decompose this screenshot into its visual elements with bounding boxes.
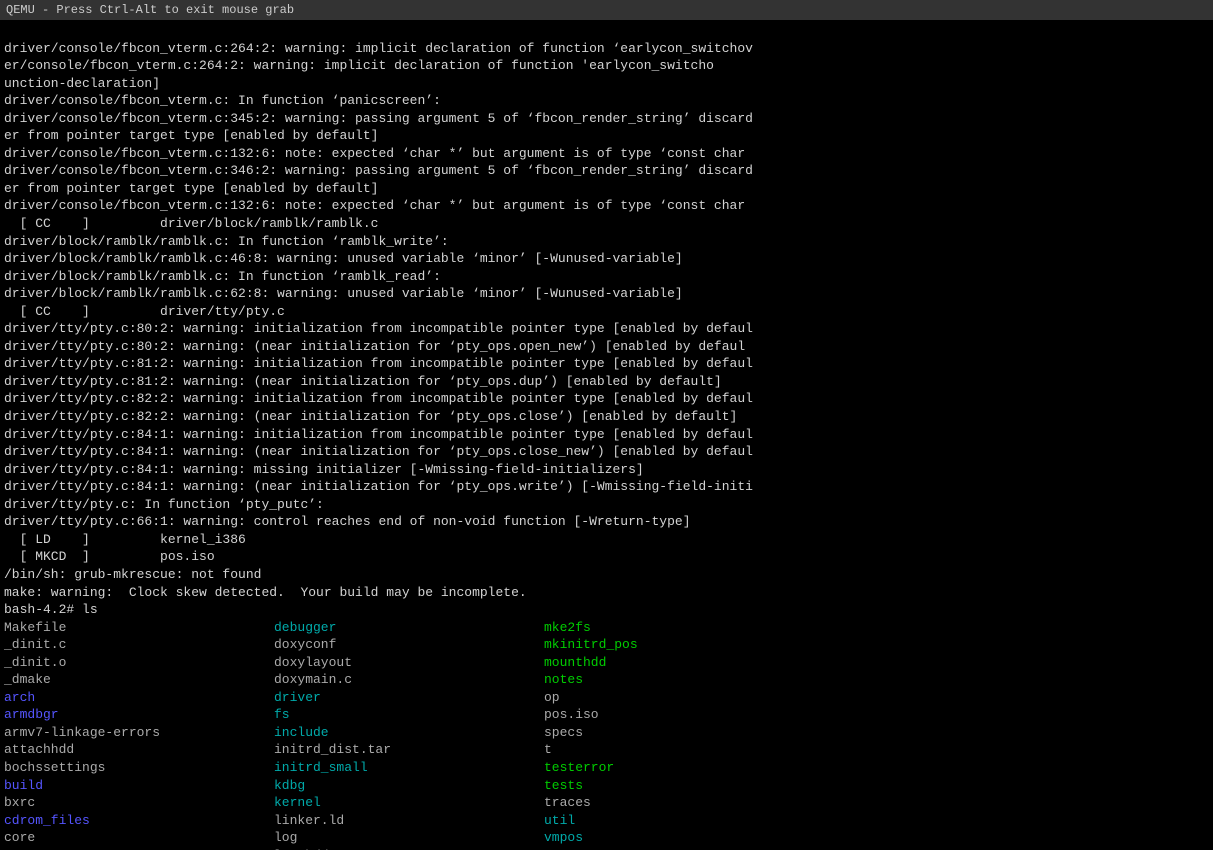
ls-item: _dmake <box>4 671 274 689</box>
terminal-line: make: warning: Clock skew detected. Your… <box>4 584 1209 602</box>
ls-item: _dinit.o <box>4 654 274 672</box>
terminal-line: driver/tty/pty.c:82:2: warning: initiali… <box>4 390 1209 408</box>
ls-item: arch <box>4 689 274 707</box>
terminal-line: driver/tty/pty.c:80:2: warning: (near in… <box>4 338 1209 356</box>
terminal-line: driver/tty/pty.c:82:2: warning: (near in… <box>4 408 1209 426</box>
titlebar-label: QEMU - Press Ctrl-Alt to exit mouse grab <box>6 3 294 17</box>
terminal-line: driver/tty/pty.c:81:2: warning: initiali… <box>4 355 1209 373</box>
terminal-line: unction-declaration] <box>4 75 1209 93</box>
titlebar: QEMU - Press Ctrl-Alt to exit mouse grab <box>0 0 1213 20</box>
ls-item: attachhdd <box>4 741 274 759</box>
ls-item: initrd_small <box>274 759 544 777</box>
terminal-line: driver/tty/pty.c:84:1: warning: (near in… <box>4 443 1209 461</box>
ls-item: vmpos <box>544 829 744 847</box>
ls-item: t <box>544 741 744 759</box>
ls-item: util <box>544 812 744 830</box>
terminal-line: driver/block/ramblk/ramblk.c:46:8: warni… <box>4 250 1209 268</box>
ls-item: doxymain.c <box>274 671 544 689</box>
terminal-line: driver/tty/pty.c:84:1: warning: missing … <box>4 461 1209 479</box>
terminal-line: driver/tty/pty.c:84:1: warning: initiali… <box>4 426 1209 444</box>
terminal-line: driver/console/fbcon_vterm.c:132:6: note… <box>4 145 1209 163</box>
ls-item: Makefile <box>4 619 274 637</box>
terminal-line: /bin/sh: grub-mkrescue: not found <box>4 566 1209 584</box>
ls-item: initrd_dist.tar <box>274 741 544 759</box>
terminal-line: [ LD ] kernel_i386 <box>4 531 1209 549</box>
ls-item: armdbgr <box>4 706 274 724</box>
ls-column-2: debuggerdoxyconfdoxylayoutdoxymain.cdriv… <box>274 619 544 850</box>
ls-item: tests <box>544 777 744 795</box>
ls-item: _dinit.c <box>4 636 274 654</box>
ls-item: traces <box>544 794 744 812</box>
terminal-line: driver/console/fbcon_vterm.c:345:2: warn… <box>4 110 1209 128</box>
ls-item: include <box>274 724 544 742</box>
ls-item: doxylayout <box>274 654 544 672</box>
ls-item: cdrom_files <box>4 812 274 830</box>
ls-item: debugger <box>274 619 544 637</box>
ls-item: testerror <box>544 759 744 777</box>
ls-item: mkinitrd_pos <box>544 636 744 654</box>
ls-item: op <box>544 689 744 707</box>
terminal-line: driver/console/fbcon_vterm.c:132:6: note… <box>4 197 1209 215</box>
terminal-line: [ CC ] driver/tty/pty.c <box>4 303 1209 321</box>
ls-item: core <box>4 829 274 847</box>
terminal-line: driver/tty/pty.c:66:1: warning: control … <box>4 513 1209 531</box>
terminal-line: driver/block/ramblk/ramblk.c: In functio… <box>4 268 1209 286</box>
ls-item: doxyconf <box>274 636 544 654</box>
terminal-line: driver/console/fbcon_vterm.c: In functio… <box>4 92 1209 110</box>
ls-item: mounthdd <box>544 654 744 672</box>
ls-item: linker.ld <box>274 812 544 830</box>
terminal-line: driver/console/fbcon_vterm.c:346:2: warn… <box>4 162 1209 180</box>
terminal-line: driver/console/fbcon_vterm.c:264:2: warn… <box>4 40 1209 58</box>
terminal-line: er/console/fbcon_vterm.c:264:2: warning:… <box>4 57 1209 75</box>
ls-item: specs <box>544 724 744 742</box>
terminal-line: driver/tty/pty.c: In function ‘pty_putc’… <box>4 496 1209 514</box>
ls-item: kernel <box>274 794 544 812</box>
ls-item: driver <box>274 689 544 707</box>
ls-column-1: Makefile_dinit.c_dinit.o_dmakearcharmdbg… <box>4 619 274 850</box>
terminal-line: bash-4.2# ls <box>4 601 1209 619</box>
ls-item: bochssettings <box>4 759 274 777</box>
ls-item: notes <box>544 671 744 689</box>
ls-output: Makefile_dinit.c_dinit.o_dmakearcharmdbg… <box>4 619 1209 850</box>
terminal-line: [ CC ] driver/block/ramblk/ramblk.c <box>4 215 1209 233</box>
ls-item: bxrc <box>4 794 274 812</box>
ls-item: kdbg <box>274 777 544 795</box>
terminal-line: driver/tty/pty.c:80:2: warning: initiali… <box>4 320 1209 338</box>
terminal-line: [ MKCD ] pos.iso <box>4 548 1209 566</box>
terminal-line: er from pointer target type [enabled by … <box>4 127 1209 145</box>
ls-item: log <box>274 829 544 847</box>
ls-column-3: mke2fsmkinitrd_posmounthddnotesoppos.iso… <box>544 619 744 850</box>
terminal-line: driver/tty/pty.c:84:1: warning: (near in… <box>4 478 1209 496</box>
ls-item: fs <box>274 706 544 724</box>
ls-item: build <box>4 777 274 795</box>
ls-item: armv7-linkage-errors <box>4 724 274 742</box>
ls-item: pos.iso <box>544 706 744 724</box>
ls-item: mke2fs <box>544 619 744 637</box>
terminal-line: driver/tty/pty.c:81:2: warning: (near in… <box>4 373 1209 391</box>
terminal-line: er from pointer target type [enabled by … <box>4 180 1209 198</box>
terminal[interactable]: driver/console/fbcon_vterm.c:264:2: warn… <box>0 20 1213 850</box>
terminal-line: driver/block/ramblk/ramblk.c:62:8: warni… <box>4 285 1209 303</box>
terminal-line: driver/block/ramblk/ramblk.c: In functio… <box>4 233 1209 251</box>
